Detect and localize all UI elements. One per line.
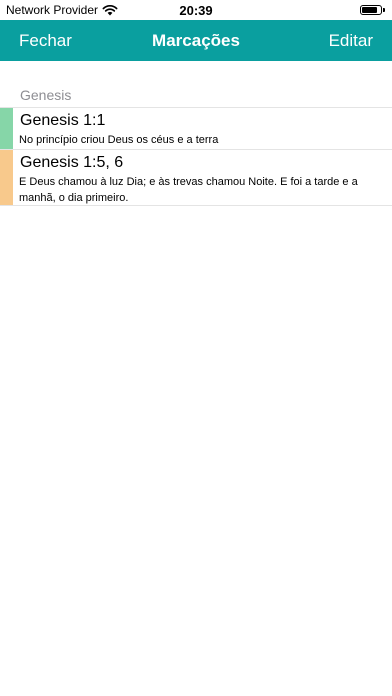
battery-level [362, 7, 378, 13]
bookmark-text: No princípio criou Deus os céus e a terr… [19, 134, 219, 146]
bookmark-row[interactable]: Genesis 1:5, 6 E Deus chamou à luz Dia; … [0, 150, 392, 206]
section-header: Genesis [0, 61, 392, 108]
status-time: 20:39 [179, 3, 213, 18]
section-title: Genesis [20, 87, 72, 103]
navigation-bar: Fechar Marcações Editar [0, 20, 392, 61]
bookmark-text: E Deus chamou à luz Dia; e às trevas cha… [19, 176, 358, 204]
status-bar: Network Provider 20:39 [0, 0, 392, 20]
bookmark-color-stripe [0, 150, 13, 205]
battery-icon [360, 5, 385, 15]
bookmark-row[interactable]: Genesis 1:1 No princípio criou Deus os c… [0, 108, 392, 150]
bookmark-color-stripe [0, 108, 13, 149]
bookmark-reference: Genesis 1:1 [20, 112, 106, 129]
edit-button[interactable]: Editar [329, 31, 373, 51]
bookmark-reference: Genesis 1:5, 6 [20, 154, 124, 171]
